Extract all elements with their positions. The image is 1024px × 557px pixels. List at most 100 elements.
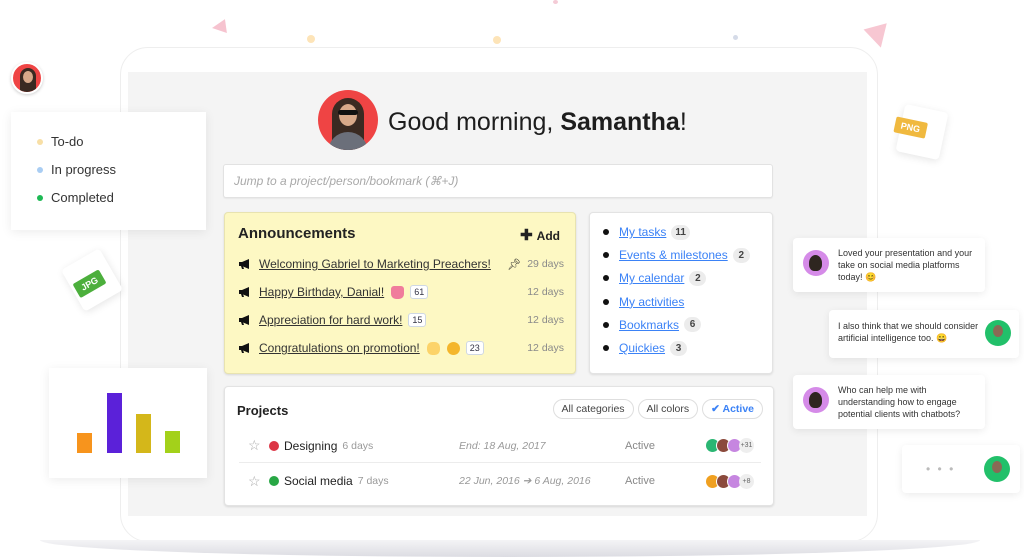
clap-emoji-icon: [426, 341, 440, 355]
decorative-dot: [307, 35, 315, 43]
project-name[interactable]: Social media: [284, 474, 353, 488]
chat-avatar: [984, 456, 1010, 482]
project-name[interactable]: Designing: [284, 439, 337, 453]
plus-icon: ✚: [520, 227, 533, 244]
announcement-item: Congratulations on promotion! 23 12 days: [238, 338, 564, 358]
legend-item: To-do: [37, 134, 84, 149]
bullet-icon: [603, 345, 609, 351]
project-duration: 6 days: [342, 439, 374, 452]
chat-message: Loved your presentation and your take on…: [838, 248, 973, 282]
jpg-file-icon: JPG: [60, 248, 124, 312]
chart-bar: [107, 393, 122, 453]
chat-message: I also think that we should consider art…: [838, 321, 979, 343]
reaction-count: 61: [410, 285, 429, 299]
chat-avatar: [803, 250, 829, 276]
chart-bar: [136, 414, 151, 453]
legend-label: In progress: [51, 162, 117, 177]
jpg-tag: JPG: [72, 269, 107, 299]
announcement-link[interactable]: Congratulations on promotion!: [259, 341, 420, 355]
mini-bar-chart: [49, 368, 207, 478]
count-badge: 2: [732, 247, 750, 263]
announcements-title: Announcements: [238, 225, 356, 242]
quick-link-item: Quickies 3: [603, 339, 688, 357]
projects-title: Projects: [237, 403, 289, 418]
quick-link-item: Bookmarks 6: [603, 316, 702, 334]
project-row[interactable]: ☆ Designing 6 days End: 18 Aug, 2017 Act…: [239, 429, 761, 463]
add-label: Add: [536, 229, 560, 243]
quick-link-item: My tasks 11: [603, 223, 690, 241]
bullet-icon: [603, 298, 609, 305]
bullet-icon: [603, 321, 609, 328]
bullet-icon: [603, 252, 609, 259]
quick-link[interactable]: Events & milestones: [619, 248, 728, 262]
count-badge: 6: [684, 317, 702, 333]
chat-avatar: [803, 387, 829, 413]
status-legend: To-do In progress Completed: [11, 112, 206, 230]
projects-card: Projects All categories All colors ✔ Activ…: [224, 386, 774, 506]
device-base: [40, 540, 980, 557]
count-badge: 3: [670, 340, 688, 356]
announcement-age: 12 days: [527, 314, 564, 326]
filter-chip[interactable]: ✔ Active: [702, 399, 763, 419]
user-avatar[interactable]: [318, 90, 378, 150]
announcement-link[interactable]: Appreciation for hard work!: [259, 313, 402, 327]
project-status: Active: [625, 475, 655, 487]
announcement-age: 12 days: [527, 286, 564, 298]
project-dates: End: 18 Aug, 2017: [459, 439, 546, 452]
star-icon[interactable]: ☆: [248, 473, 266, 490]
chat-bubble: I also think that we should consider art…: [829, 310, 1019, 358]
count-badge: 11: [671, 224, 690, 240]
filter-chip[interactable]: All colors: [637, 399, 699, 419]
add-announcement-button[interactable]: ✚ Add: [520, 226, 560, 244]
status-dot-icon: [37, 138, 43, 145]
quick-link[interactable]: Bookmarks: [619, 318, 679, 332]
announcement-age: 29 days: [527, 258, 564, 270]
announcement-link[interactable]: Welcoming Gabriel to Marketing Preachers…: [259, 257, 491, 271]
decorative-dot: [553, 0, 558, 4]
png-tag: PNG: [893, 116, 928, 139]
decorative-triangle: [211, 19, 227, 35]
status-dot-icon: [37, 166, 43, 173]
quick-link[interactable]: My activities: [619, 295, 684, 309]
project-status: Active: [625, 439, 655, 452]
legend-label: Completed: [51, 190, 114, 205]
cake-emoji-icon: [391, 285, 405, 299]
user-name: Samantha: [560, 108, 680, 136]
quick-link[interactable]: My tasks: [619, 225, 666, 239]
count-badge: 2: [689, 270, 707, 286]
pin-icon[interactable]: 📌︎: [507, 258, 521, 271]
status-dot-icon: [37, 194, 43, 201]
bullet-icon: [603, 275, 609, 282]
star-icon[interactable]: ☆: [248, 437, 266, 454]
quick-links-card: My tasks 11 Events & milestones 2 My calenda…: [589, 212, 773, 374]
chat-avatar: [985, 320, 1011, 346]
grin-emoji-icon: [446, 341, 460, 355]
project-row[interactable]: ☆ Social media 7 days 22 Jun, 2016 ➔ 6 A…: [239, 464, 761, 498]
megaphone-icon: [238, 342, 252, 354]
announcements-card: Announcements ✚ Add Welcoming Gabriel to …: [224, 212, 576, 374]
chart-bar: [165, 431, 180, 453]
announcement-link[interactable]: Happy Birthday, Danial!: [259, 285, 384, 299]
quick-link[interactable]: My calendar: [619, 271, 684, 285]
announcement-item: Appreciation for hard work! 15 12 days: [238, 310, 564, 330]
filter-chip[interactable]: All categories: [552, 399, 634, 419]
quick-link[interactable]: Quickies: [619, 341, 665, 355]
project-members[interactable]: +31: [705, 438, 754, 453]
megaphone-icon: [238, 286, 252, 298]
project-dates: 22 Jun, 2016 ➔ 6 Aug, 2016: [459, 475, 591, 487]
quick-link-item: My calendar 2: [603, 269, 707, 287]
legend-label: To-do: [51, 134, 84, 149]
project-members[interactable]: +8: [705, 473, 754, 489]
chat-bubble: Who can help me with understanding how t…: [793, 375, 985, 429]
jump-search-input[interactable]: [224, 165, 772, 197]
legend-item: Completed: [37, 190, 114, 205]
project-color-dot: [269, 476, 279, 486]
typing-indicator: • • •: [926, 462, 956, 476]
greeting-prefix: Good morning,: [388, 108, 561, 136]
chat-message: Who can help me with understanding how t…: [838, 385, 961, 419]
chat-bubble: Loved your presentation and your take on…: [793, 238, 985, 292]
announcement-item: Happy Birthday, Danial! 61 12 days: [238, 282, 564, 302]
announcement-age: 12 days: [527, 342, 564, 354]
jump-search: [223, 164, 773, 198]
project-color-dot: [269, 440, 279, 451]
